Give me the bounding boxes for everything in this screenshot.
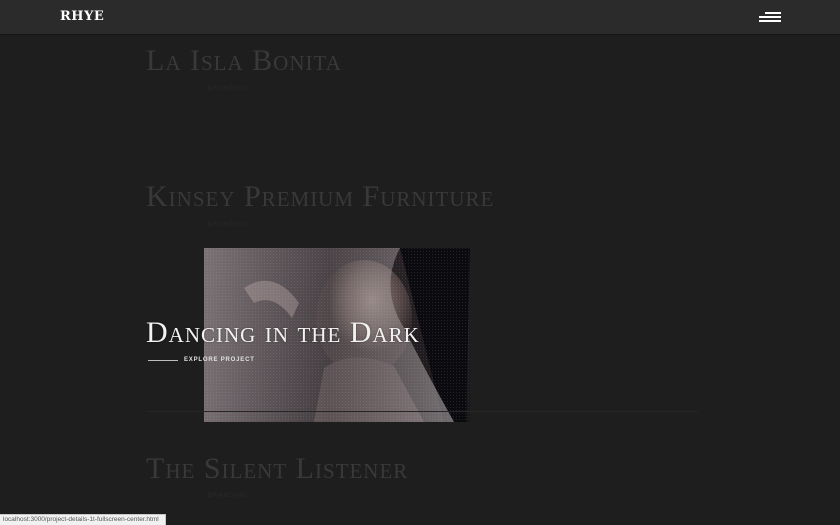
menu-line [759,16,781,18]
menu-line [765,12,781,14]
project-title-kinsey-premium-furniture[interactable]: Kinsey Premium Furniture [146,180,494,214]
hamburger-menu-icon[interactable] [758,10,781,24]
project-title-dancing-in-the-dark[interactable]: Dancing in the Dark [146,316,420,350]
menu-line [759,20,781,22]
page: RHYE La Isla Bonita Branding Kinsey Prem… [0,0,840,525]
divider [146,411,698,412]
project-subtitle: Branding [208,86,248,92]
project-subtitle: Branding [208,222,248,228]
project-title-la-isla-bonita[interactable]: La Isla Bonita [146,44,342,78]
project-subtitle: Branding [208,493,248,499]
cta-line [148,359,178,361]
explore-project-link[interactable]: EXPLORE PROJECT [148,355,255,365]
project-title-the-silent-listener[interactable]: The Silent Listener [146,452,408,486]
site-header: RHYE [0,0,840,34]
browser-status-url: localhost:3000/project-details-1t-fullsc… [0,514,166,525]
explore-project-label: EXPLORE PROJECT [184,357,255,363]
logo[interactable]: RHYE [60,9,104,24]
